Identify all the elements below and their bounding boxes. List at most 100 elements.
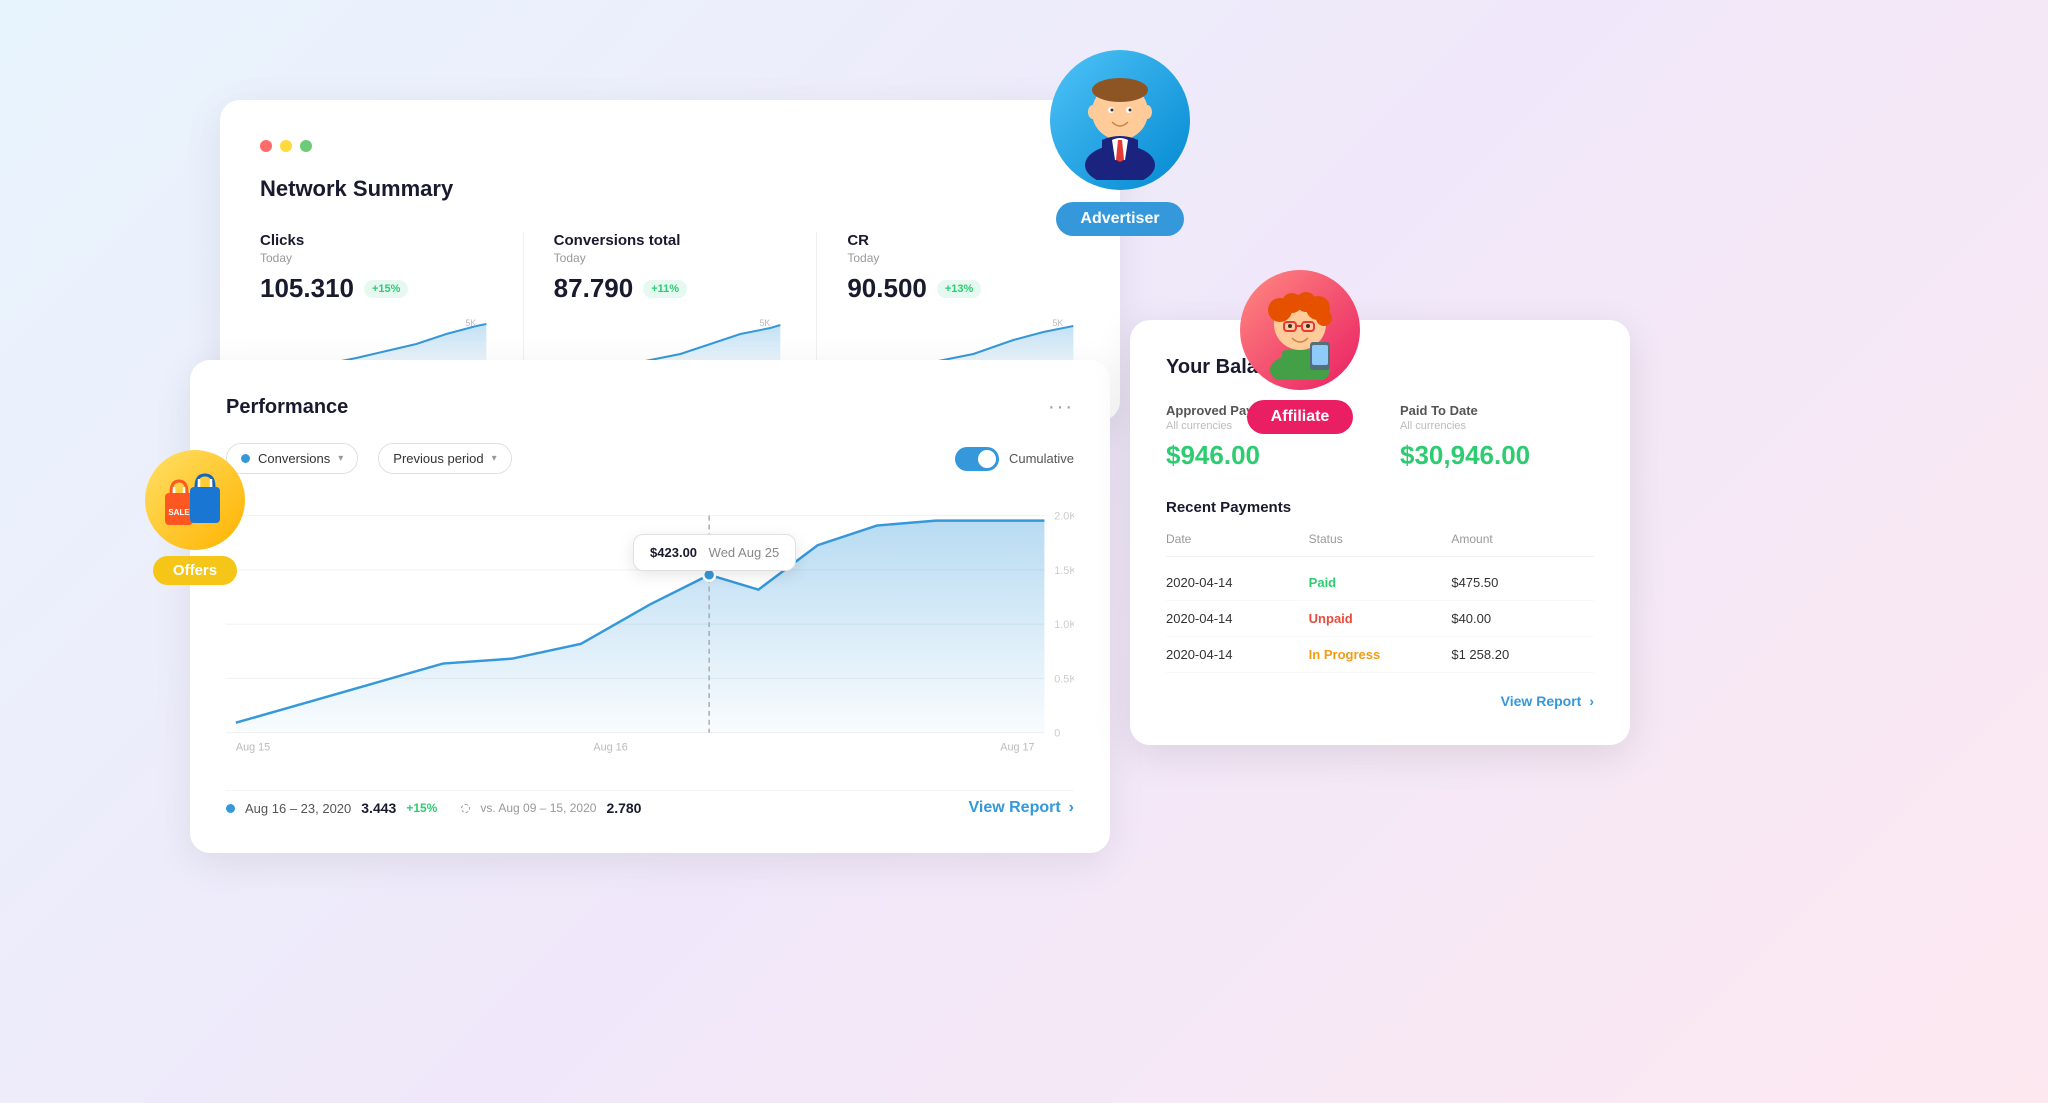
footer-period-label: Aug 16 – 23, 2020: [245, 801, 351, 816]
payment-row-2: 2020-04-14 Unpaid $40.00: [1166, 601, 1594, 637]
balance-amounts-row: Approved Payout All currencies $946.00 P…: [1166, 403, 1594, 471]
performance-chart-footer: Aug 16 – 23, 2020 3.443 +15% vs. Aug 09 …: [226, 790, 1074, 817]
footer-period-change: +15%: [406, 801, 437, 815]
footer-period-value: 3.443: [361, 800, 396, 816]
advertiser-badge[interactable]: Advertiser: [1056, 202, 1183, 236]
svg-text:0.5K: 0.5K: [1054, 673, 1074, 685]
paid-to-date-amount: $30,946.00: [1400, 440, 1594, 471]
svg-text:1.5K: 1.5K: [1054, 565, 1074, 577]
affiliate-card[interactable]: Affiliate: [1240, 270, 1360, 434]
network-title: Network Summary: [260, 176, 1080, 202]
payment-1-status: Paid: [1309, 575, 1452, 590]
cr-period: Today: [847, 251, 1080, 265]
window-dots: [260, 140, 1080, 152]
dot-red: [260, 140, 272, 152]
conversions-value-row: 87.790 +11%: [554, 273, 787, 304]
cr-value: 90.500: [847, 273, 927, 304]
svg-text:Aug 17: Aug 17: [1000, 741, 1034, 753]
col-date-header: Date: [1166, 532, 1309, 546]
conversions-filter-label: Conversions: [258, 451, 330, 466]
performance-header: Performance ···: [226, 396, 1074, 419]
payments-table-header: Date Status Amount: [1166, 532, 1594, 557]
footer-vs-value: 2.780: [606, 800, 641, 816]
affiliate-avatar: [1240, 270, 1360, 390]
col-status-header: Status: [1309, 532, 1452, 546]
conversions-badge: +11%: [643, 280, 687, 298]
cr-badge: +13%: [937, 280, 981, 298]
dot-green: [300, 140, 312, 152]
offers-icon: SALE: [160, 465, 230, 535]
svg-text:SALE: SALE: [168, 508, 190, 517]
affiliate-figure: [1250, 280, 1350, 380]
offers-card[interactable]: SALE Offers: [145, 450, 245, 585]
chevron-down-icon-period: ▾: [492, 453, 497, 464]
payment-1-amount: $475.50: [1451, 575, 1594, 590]
period-filter-label: Previous period: [393, 451, 483, 466]
payment-3-status: In Progress: [1309, 647, 1452, 662]
payment-row-3: 2020-04-14 In Progress $1 258.20: [1166, 637, 1594, 673]
balance-chevron-right-icon: ›: [1589, 693, 1594, 709]
conversions-period: Today: [554, 251, 787, 265]
performance-card: Performance ··· Conversions ▾ Previous p…: [190, 360, 1110, 853]
clicks-badge: +15%: [364, 280, 408, 298]
main-wrapper: Network Summary Clicks Today 105.310 +15…: [0, 0, 2048, 1103]
metric-conversions: Conversions total Today 87.790 +11%: [554, 232, 818, 381]
footer-current-period: Aug 16 – 23, 2020 3.443 +15%: [226, 800, 437, 816]
svg-text:Aug 15: Aug 15: [236, 741, 270, 753]
payment-row-1: 2020-04-14 Paid $475.50: [1166, 565, 1594, 601]
svg-text:5K: 5K: [1053, 318, 1064, 328]
svg-text:1.0K: 1.0K: [1054, 619, 1074, 631]
payment-3-amount: $1 258.20: [1451, 647, 1594, 662]
advertiser-card[interactable]: Advertiser: [1050, 50, 1190, 236]
clicks-value: 105.310: [260, 273, 354, 304]
recent-payments-title: Recent Payments: [1166, 499, 1594, 516]
vs-period-dot: [461, 804, 470, 813]
advertiser-figure: [1060, 60, 1180, 180]
paid-to-date-label: Paid To Date: [1400, 403, 1594, 418]
conversions-label: Conversions total: [554, 232, 787, 249]
paid-to-date-col: Paid To Date All currencies $30,946.00: [1400, 403, 1594, 471]
chevron-down-icon: ▾: [338, 453, 343, 464]
metric-cr: CR Today 90.500 +13% 5K 0: [847, 232, 1080, 381]
cr-value-row: 90.500 +13%: [847, 273, 1080, 304]
performance-title: Performance: [226, 396, 348, 419]
cumulative-label: Cumulative: [1009, 451, 1074, 466]
cumulative-toggle-wrap: Cumulative: [955, 447, 1074, 471]
affiliate-badge[interactable]: Affiliate: [1247, 400, 1354, 434]
payment-2-date: 2020-04-14: [1166, 611, 1309, 626]
clicks-label: Clicks: [260, 232, 493, 249]
period-filter[interactable]: Previous period ▾: [378, 443, 511, 474]
payment-2-amount: $40.00: [1451, 611, 1594, 626]
metric-clicks: Clicks Today 105.310 +15% 5K: [260, 232, 524, 381]
cumulative-toggle[interactable]: [955, 447, 999, 471]
performance-chart-area: 2.0K 1.5K 1.0K 0.5K 0 Aug 15 Aug 16 Aug …: [226, 494, 1074, 774]
payments-table: Date Status Amount 2020-04-14 Paid $475.…: [1166, 532, 1594, 673]
clicks-value-row: 105.310 +15%: [260, 273, 493, 304]
svg-text:5K: 5K: [465, 318, 476, 328]
svg-text:2.0K: 2.0K: [1054, 511, 1074, 523]
payment-1-date: 2020-04-14: [1166, 575, 1309, 590]
chevron-right-icon: ›: [1069, 799, 1074, 817]
balance-view-report-button[interactable]: View Report ›: [1166, 693, 1594, 709]
payment-2-status: Unpaid: [1309, 611, 1452, 626]
advertiser-avatar: [1050, 50, 1190, 190]
view-report-button[interactable]: View Report ›: [969, 799, 1075, 817]
balance-card: Your Balance Approved Payout All currenc…: [1130, 320, 1630, 745]
tooltip-date: Wed Aug 25: [709, 545, 780, 560]
clicks-period: Today: [260, 251, 493, 265]
conversions-filter[interactable]: Conversions ▾: [226, 443, 358, 474]
view-report-label: View Report: [969, 799, 1061, 817]
svg-text:0: 0: [1054, 728, 1060, 740]
performance-filters: Conversions ▾ Previous period ▾ Cumulati…: [226, 443, 1074, 474]
offers-circle: SALE: [145, 450, 245, 550]
performance-menu[interactable]: ···: [1048, 396, 1074, 419]
footer-vs-label: vs. Aug 09 – 15, 2020: [480, 801, 596, 815]
svg-text:Aug 16: Aug 16: [593, 741, 627, 753]
offers-badge[interactable]: Offers: [153, 556, 237, 585]
approved-payout-amount: $946.00: [1166, 440, 1360, 471]
footer-vs-period: vs. Aug 09 – 15, 2020 2.780: [461, 800, 641, 816]
paid-to-date-sub: All currencies: [1400, 420, 1594, 432]
balance-view-report-label: View Report: [1501, 693, 1582, 709]
conversions-value: 87.790: [554, 273, 634, 304]
dot-yellow: [280, 140, 292, 152]
